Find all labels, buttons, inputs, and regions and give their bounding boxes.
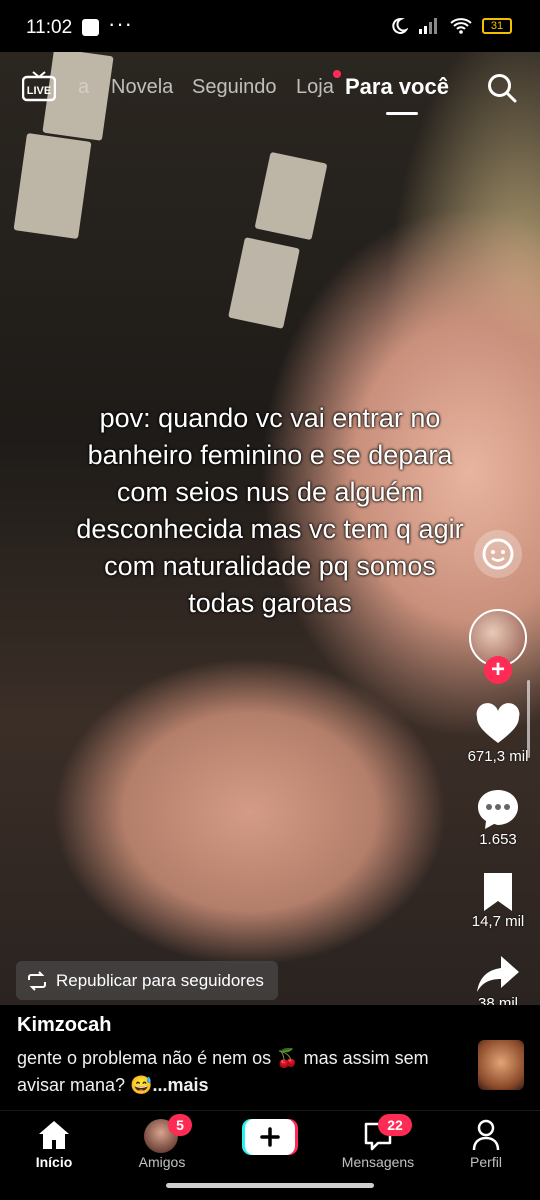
smiley-face-icon xyxy=(482,538,514,570)
door-hinge xyxy=(254,151,328,241)
like-heart-icon[interactable] xyxy=(475,703,521,747)
nav-home-label: Início xyxy=(35,1154,73,1170)
more-notifications-indicator: ··· xyxy=(108,11,133,36)
status-time: 11:02 xyxy=(26,17,73,38)
bookmark-icon[interactable] xyxy=(475,870,521,914)
tab-para-voce[interactable]: Para você xyxy=(345,74,449,100)
profile-person-icon xyxy=(472,1119,500,1151)
battery-level: 31 xyxy=(490,20,504,32)
follow-button[interactable]: + xyxy=(484,656,512,684)
caption-more-link[interactable]: ...mais xyxy=(152,1075,208,1095)
comment-bubble-icon[interactable] xyxy=(475,787,521,831)
share-arrow-icon[interactable] xyxy=(475,952,521,996)
home-icon xyxy=(39,1121,69,1149)
wifi-icon xyxy=(450,18,472,34)
status-bar: 11:02 ··· 31 xyxy=(0,0,540,52)
svg-text:LIVE: LIVE xyxy=(27,85,51,97)
author-name[interactable]: Kimzocah xyxy=(17,1014,111,1037)
effect-button[interactable] xyxy=(474,530,522,578)
home-indicator-bar[interactable] xyxy=(166,1183,374,1188)
messages-badge: 22 xyxy=(378,1114,412,1136)
tab-seguindo[interactable]: Seguindo xyxy=(192,76,277,99)
repost-icon xyxy=(28,970,46,991)
sound-thumbnail[interactable] xyxy=(478,1040,524,1090)
like-count: 671,3 mil xyxy=(467,748,529,765)
friends-badge: 5 xyxy=(168,1114,192,1136)
create-plus-icon[interactable] xyxy=(242,1119,298,1155)
post-caption[interactable]: gente o problema não é nem os 🍒 mas assi… xyxy=(17,1045,437,1099)
comment-count: 1.653 xyxy=(479,831,517,848)
nav-profile-label: Perfil xyxy=(470,1154,502,1170)
active-tab-indicator xyxy=(386,112,418,115)
loja-notification-dot xyxy=(333,70,341,78)
tab-novela[interactable]: Novela xyxy=(111,76,173,99)
door-hinge xyxy=(228,237,300,329)
tab-partial[interactable]: a xyxy=(78,76,89,99)
signal-icon xyxy=(419,18,437,34)
video-overlay-text: pov: quando vc vai entrar no banheiro fe… xyxy=(76,403,464,618)
save-count: 14,7 mil xyxy=(471,913,525,930)
do-not-disturb-moon-icon xyxy=(392,17,408,34)
status-icons: 31 xyxy=(390,17,512,35)
app-notification-icon xyxy=(82,19,99,36)
caption-text: gente o problema não é nem os 🍒 mas assi… xyxy=(17,1048,429,1095)
scroll-indicator xyxy=(527,680,530,758)
nav-messages-label: Mensagens xyxy=(341,1154,415,1170)
search-icon[interactable] xyxy=(486,72,518,104)
door-hinge xyxy=(13,132,92,240)
nav-friends-label: Amigos xyxy=(138,1154,186,1170)
tab-loja[interactable]: Loja xyxy=(296,76,334,99)
live-icon[interactable]: LIVE xyxy=(22,70,56,102)
republish-label: Republicar para seguidores xyxy=(56,970,264,990)
republish-button[interactable]: Republicar para seguidores xyxy=(16,961,278,1000)
battery-icon: 31 xyxy=(482,18,512,34)
